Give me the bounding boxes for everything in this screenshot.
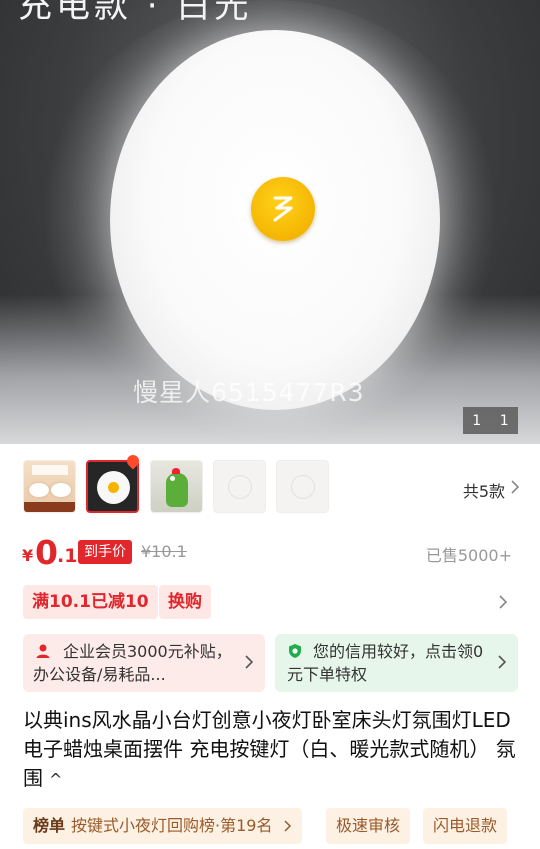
variant-selector: 共5款 — [0, 452, 540, 524]
fast-review-badge[interactable]: 极速审核 — [326, 808, 411, 844]
thumb-band — [24, 502, 75, 512]
credit-benefit-card[interactable]: 您的信用较好，点击领0元下单特权 — [275, 634, 518, 692]
price-integer: 0 — [35, 533, 58, 572]
image-counter: 1 1 — [463, 407, 518, 434]
thumb-dino — [166, 468, 188, 507]
product-image-carousel[interactable]: 充电款 · 白光 慢星人6515477R3 1 1 — [0, 0, 540, 444]
thumb-faded — [228, 475, 252, 499]
thumb-lamp-left — [29, 483, 49, 497]
image-watermark: 慢星人6515477R3 — [133, 378, 365, 407]
enterprise-benefit-card[interactable]: 企业会员3000元补贴，办公设备/易耗品... — [23, 634, 265, 692]
ranking-label: 榜单 — [33, 816, 66, 835]
price-decimal: .1 — [57, 545, 78, 567]
chevron-right-icon[interactable] — [498, 595, 508, 609]
ranking-badge[interactable]: 榜单 按键式小夜灯回购榜·第19名 — [23, 808, 302, 844]
collapse-caret-icon[interactable]: ^ — [49, 765, 62, 794]
thumb-lamp — [97, 471, 130, 504]
product-title: 以典ins风水晶小台灯创意小夜灯卧室床头灯氛围灯LED电子蜡烛桌面摆件 充电按键… — [23, 706, 523, 794]
price-row: ¥ 0 .1 到手价 ¥10.1 已售5000+ — [0, 530, 540, 574]
lamp-button-image — [251, 177, 315, 241]
price-currency: ¥ — [22, 546, 34, 565]
image-counter-total: 1 — [499, 412, 509, 429]
enterprise-benefit-text: 企业会员3000元补贴，办公设备/易耗品... — [33, 642, 232, 684]
promo-tag-exchange[interactable]: 换购 — [159, 585, 211, 619]
chevron-right-icon — [498, 655, 506, 669]
variant-thumb-5[interactable] — [276, 460, 329, 513]
product-title-text: 以典ins风水晶小台灯创意小夜灯卧室床头灯氛围灯LED电子蜡烛桌面摆件 充电按键… — [23, 708, 516, 790]
chevron-right-icon — [245, 655, 253, 669]
variant-thumb-3[interactable] — [150, 460, 203, 513]
lightning-icon — [273, 196, 293, 222]
deal-price-tag: 到手价 — [78, 540, 132, 564]
service-badges: 榜单 按键式小夜灯回购榜·第19名 极速审核 闪电退款 — [0, 808, 540, 844]
sold-count: 已售5000+ — [425, 546, 512, 565]
original-price: ¥10.1 — [141, 542, 187, 561]
thumb-faded — [291, 475, 315, 499]
chevron-right-icon — [284, 820, 291, 832]
thumb-lamp-right — [51, 483, 71, 497]
variant-thumb-1[interactable] — [23, 460, 76, 513]
credit-benefit-text: 您的信用较好，点击领0元下单特权 — [287, 642, 484, 684]
promo-tag-discount[interactable]: 满10.1已减10 — [23, 585, 158, 619]
ranking-text: 按键式小夜灯回购榜·第19名 — [71, 816, 273, 835]
fast-refund-badge[interactable]: 闪电退款 — [423, 808, 508, 844]
promo-row[interactable]: 满10.1已减10 换购 — [0, 585, 540, 621]
image-counter-current: 1 — [472, 412, 482, 429]
variant-thumb-4[interactable] — [213, 460, 266, 513]
thumb-label-strip — [32, 465, 68, 475]
chevron-right-icon[interactable] — [510, 480, 520, 494]
variant-total[interactable]: 共5款 — [463, 478, 505, 502]
